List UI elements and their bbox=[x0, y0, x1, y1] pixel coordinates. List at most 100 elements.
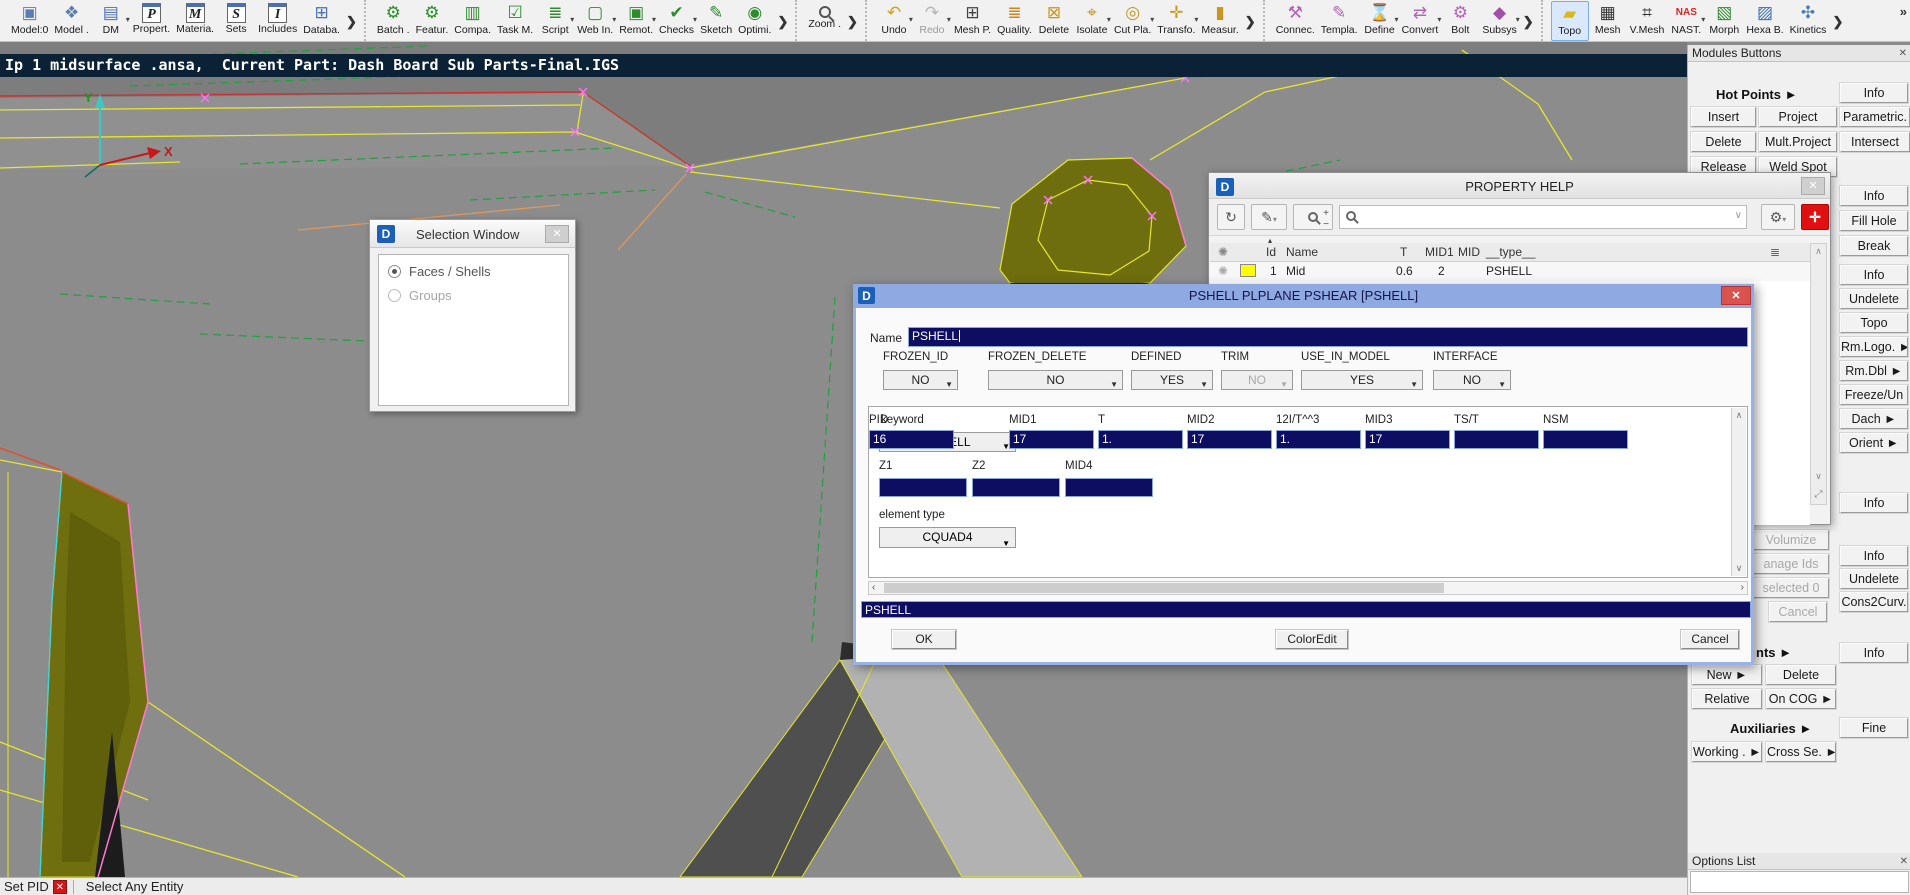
panel-button[interactable]: Info bbox=[1840, 546, 1908, 566]
toolbar-item[interactable]: ⌖ ▾ Isolate bbox=[1073, 1, 1110, 41]
toolbar-item[interactable]: ⚙ Bolt bbox=[1441, 1, 1479, 41]
toolbar-item[interactable]: M Materia. bbox=[173, 1, 217, 41]
close-icon[interactable]: ✕ bbox=[545, 225, 569, 243]
toolbar-item[interactable]: ◎ ▾ Cut Pla. bbox=[1111, 1, 1154, 41]
toolbar-item[interactable]: ✔ ▾ Checks bbox=[656, 1, 697, 41]
toolbar-item[interactable]: ▮ Measur. bbox=[1198, 1, 1241, 41]
flag-select[interactable]: NO ▼ bbox=[1433, 370, 1511, 390]
selection-radio-option[interactable]: Groups bbox=[388, 288, 568, 303]
toolbar-item[interactable]: ⇄ ▾ Convert bbox=[1399, 1, 1442, 41]
panel-button[interactable]: Mult.Project bbox=[1759, 132, 1837, 152]
panel-button[interactable]: Rm.Logo. ► bbox=[1840, 337, 1908, 357]
toolbar-item[interactable]: ✛ ▾ Transfo. bbox=[1154, 1, 1198, 41]
toolbar-item[interactable]: P Propert. bbox=[130, 1, 173, 41]
close-icon[interactable]: ✕ bbox=[1721, 286, 1751, 305]
panel-button[interactable]: Info bbox=[1840, 265, 1908, 285]
panel-button[interactable]: Dach ► bbox=[1840, 409, 1908, 429]
toolbar-item[interactable]: ◉ Optimi. bbox=[735, 1, 774, 41]
horizontal-scrollbar[interactable]: ‹ › bbox=[868, 581, 1748, 595]
flag-select[interactable]: NO ▼ bbox=[988, 370, 1123, 390]
column-config-icon[interactable]: ≣ bbox=[1770, 245, 1780, 259]
flag-select[interactable]: YES ▼ bbox=[1131, 370, 1213, 390]
column-value-input[interactable]: 1. bbox=[1276, 430, 1361, 449]
column-header-mid[interactable]: MID bbox=[1458, 245, 1480, 259]
toolbar-item[interactable]: ≣ Quality. bbox=[994, 1, 1035, 41]
column-value-input[interactable] bbox=[1543, 430, 1628, 449]
panel-button[interactable]: Fill Hole bbox=[1840, 211, 1908, 231]
toolbar-item[interactable]: ⌛ ▾ Define bbox=[1361, 1, 1398, 41]
column-value-input[interactable] bbox=[1454, 430, 1539, 449]
selection-window-titlebar[interactable]: D Selection Window ✕ bbox=[370, 220, 575, 248]
scroll-right-icon[interactable]: › bbox=[1741, 582, 1744, 594]
toolbar-item[interactable]: ▣ ▾ Remot. bbox=[616, 1, 656, 41]
panel-button[interactable]: Delete bbox=[1766, 665, 1836, 685]
toolbar-item[interactable]: ⚒ Connec. bbox=[1273, 1, 1318, 41]
element-type-select[interactable]: CQUAD4 ▼ bbox=[879, 527, 1016, 548]
property-color-swatch[interactable] bbox=[1240, 264, 1256, 277]
panel-button[interactable]: Info bbox=[1840, 643, 1908, 663]
column-value-input[interactable]: 16 bbox=[869, 430, 954, 449]
panel-button[interactable]: Relative bbox=[1692, 689, 1762, 709]
scroll-down-icon[interactable]: ∨ bbox=[1811, 471, 1826, 482]
search-dropdown-icon[interactable]: ∨ bbox=[1735, 210, 1742, 221]
coloredit-button[interactable]: ColorEdit bbox=[1276, 630, 1348, 649]
flag-select[interactable]: NO ▼ bbox=[1221, 370, 1293, 390]
toolbar-item[interactable]: ❯ bbox=[1242, 1, 1259, 41]
toolbar-item[interactable]: ❯ bbox=[1520, 1, 1537, 41]
close-icon[interactable]: ✕ bbox=[1801, 177, 1825, 195]
flag-select[interactable]: NO ▼ bbox=[883, 370, 958, 390]
column-value-input[interactable]: 1. bbox=[1098, 430, 1183, 449]
panel-button[interactable]: Orient ► bbox=[1840, 433, 1908, 453]
column-header-id[interactable]: Id bbox=[1266, 245, 1276, 259]
column-header-t[interactable]: T bbox=[1400, 245, 1407, 259]
panel-button[interactable]: Working . ► bbox=[1692, 742, 1762, 762]
panel-button[interactable]: Topo bbox=[1840, 313, 1908, 333]
property-help-titlebar[interactable]: D PROPERTY HELP ✕ bbox=[1209, 173, 1830, 199]
toolbar-item[interactable]: ≣ ▾ Script bbox=[536, 1, 574, 41]
scroll-left-icon[interactable]: ‹ bbox=[872, 582, 875, 594]
toolbar-item[interactable]: ▧ Morph bbox=[1705, 1, 1743, 41]
panel-button[interactable]: Freeze/Un bbox=[1840, 385, 1908, 405]
z-field-input[interactable] bbox=[1065, 478, 1153, 497]
toolbar-item[interactable]: ⊞ Databa. bbox=[300, 1, 343, 41]
toolbar-item[interactable]: ✣ Kinetics bbox=[1787, 1, 1830, 41]
toolbar-item[interactable]: ↷ ▾ Redo bbox=[913, 1, 951, 41]
scroll-up-icon[interactable]: ∧ bbox=[1732, 410, 1746, 421]
options-list-box[interactable] bbox=[1690, 871, 1909, 893]
ok-button[interactable]: OK bbox=[892, 630, 956, 649]
toolbar-item[interactable]: ▨ Hexa B. bbox=[1743, 1, 1786, 41]
edit-mode-button[interactable]: ✎▾ bbox=[1251, 204, 1287, 230]
z-field-input[interactable] bbox=[879, 478, 967, 497]
refresh-button[interactable]: ↻ bbox=[1217, 204, 1245, 230]
z-field-input[interactable] bbox=[972, 478, 1060, 497]
toolbar-item[interactable]: ❯ bbox=[343, 1, 360, 41]
panel-button[interactable]: Intersect bbox=[1840, 132, 1910, 152]
scroll-up-icon[interactable]: ∧ bbox=[1811, 246, 1826, 257]
panel-button[interactable]: Project bbox=[1759, 107, 1837, 127]
panel-button[interactable]: Break bbox=[1840, 236, 1908, 256]
panel-button[interactable]: Info bbox=[1840, 186, 1908, 206]
panel-button[interactable]: Rm.Dbl ► bbox=[1840, 361, 1908, 381]
column-value-input[interactable]: 17 bbox=[1009, 430, 1094, 449]
column-value-input[interactable]: 17 bbox=[1365, 430, 1450, 449]
vertical-scrollbar[interactable]: ∧ ∨ bbox=[1731, 408, 1746, 576]
toolbar-item[interactable]: ❯ bbox=[1829, 1, 1846, 41]
expand-icon[interactable]: ⤢ bbox=[1811, 489, 1826, 500]
selection-radio-option[interactable]: Faces / Shells bbox=[388, 264, 568, 279]
scroll-down-icon[interactable]: ∨ bbox=[1732, 563, 1746, 574]
points-section-label[interactable]: nts ► bbox=[1756, 645, 1792, 660]
name-input[interactable]: PSHELL bbox=[908, 327, 1748, 347]
toolbar-item[interactable]: ❯ bbox=[774, 1, 791, 41]
toolbar-item[interactable]: ⚙ Featur. bbox=[413, 1, 452, 41]
toolbar-item[interactable]: ☑ Task M. bbox=[494, 1, 536, 41]
panel-button[interactable]: New ► bbox=[1692, 665, 1762, 685]
settings-button[interactable]: ⚙▾ bbox=[1761, 204, 1795, 230]
hot-points-section-label[interactable]: Hot Points ► bbox=[1716, 87, 1797, 102]
visibility-bulb-icon[interactable]: ✺ bbox=[1218, 264, 1228, 278]
toolbar-item[interactable]: ✎ Templa. bbox=[1318, 1, 1361, 41]
toolbar-item[interactable]: ✎ Sketch bbox=[697, 1, 735, 41]
toolbar-item[interactable]: I Includes bbox=[255, 1, 300, 41]
pick-entity-button[interactable]: ✛ bbox=[1801, 204, 1829, 230]
panel-button[interactable]: Parametric. bbox=[1840, 107, 1910, 127]
search-input[interactable]: ∨ bbox=[1339, 205, 1747, 229]
